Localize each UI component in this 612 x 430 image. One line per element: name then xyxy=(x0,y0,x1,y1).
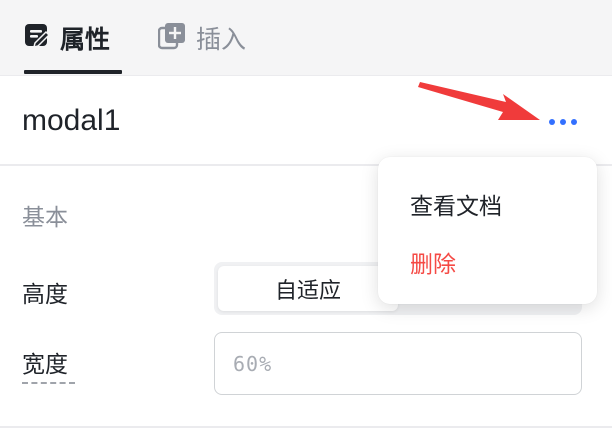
height-label: 高度 xyxy=(22,282,68,308)
tab-properties-label: 属性 xyxy=(60,25,111,54)
panel-tabs: 属性 插入 xyxy=(0,0,612,76)
menu-item-view-docs[interactable]: 查看文档 xyxy=(410,187,502,221)
more-horizontal-icon[interactable] xyxy=(540,107,586,137)
section-title-basic: 基本 xyxy=(22,205,68,231)
more-actions-menu: 查看文档 删除 xyxy=(378,157,597,304)
add-copy-icon xyxy=(157,22,186,54)
tab-insert-label: 插入 xyxy=(196,25,247,54)
edit-doc-icon xyxy=(24,23,51,53)
active-tab-indicator xyxy=(24,70,122,74)
width-label-underline xyxy=(22,382,75,384)
annotation-arrow-icon xyxy=(418,82,540,120)
width-input[interactable] xyxy=(214,332,582,395)
menu-item-delete[interactable]: 删除 xyxy=(410,245,456,279)
width-label: 宽度 xyxy=(22,352,68,378)
height-option-auto[interactable]: 自适应 xyxy=(218,266,398,311)
tab-insert[interactable]: 插入 xyxy=(157,0,247,76)
divider xyxy=(0,426,612,428)
component-name: modal1 xyxy=(22,104,121,137)
tab-properties[interactable]: 属性 xyxy=(24,0,110,76)
